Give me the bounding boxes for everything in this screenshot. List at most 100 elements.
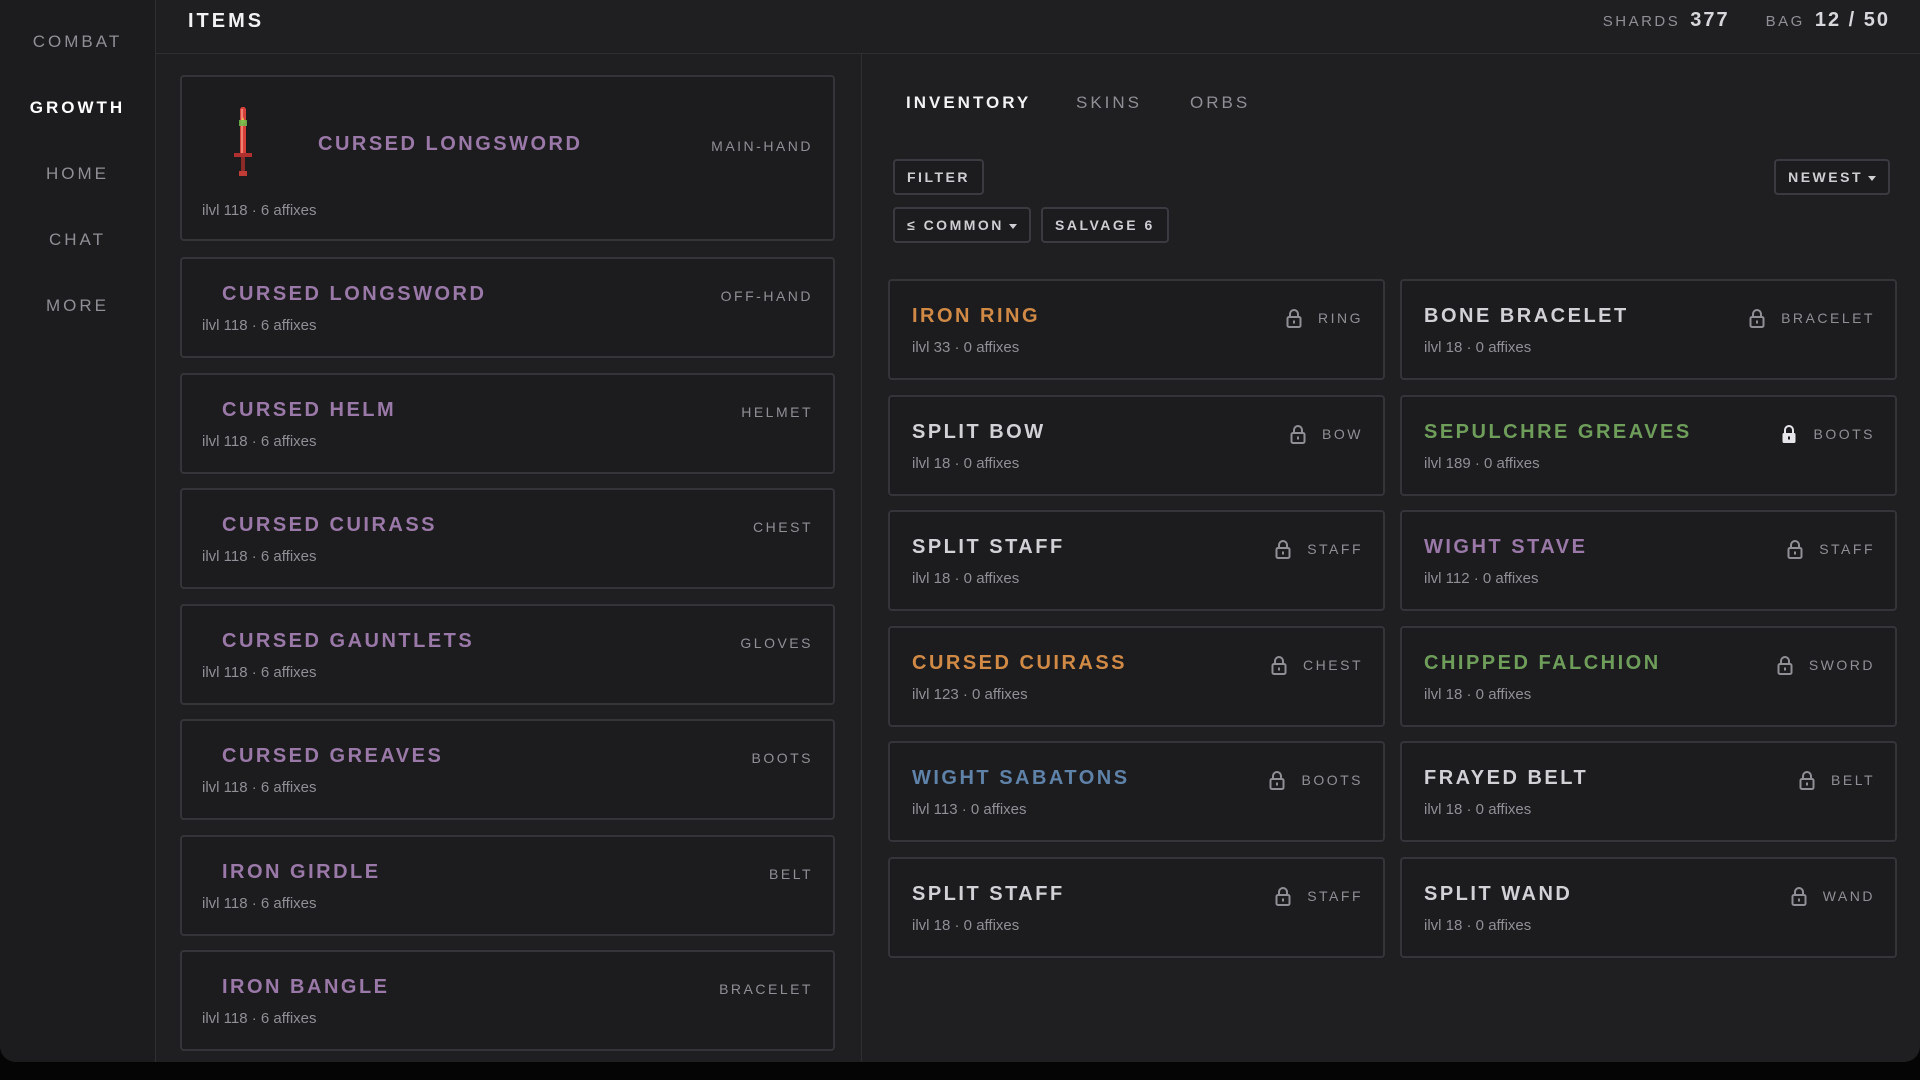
- inventory-item-stats: ilvl 18 · 0 affixes: [912, 455, 1020, 472]
- inventory-item-meta: SWORD: [1777, 655, 1875, 675]
- sort-dropdown[interactable]: NEWEST: [1774, 159, 1890, 195]
- equipped-item-name: CURSED GAUNTLETS: [222, 630, 475, 652]
- lock-icon[interactable]: [1777, 655, 1793, 675]
- inventory-item-stats: ilvl 113 · 0 affixes: [912, 801, 1027, 818]
- inventory-item-card[interactable]: FRAYED BELT BELT ilvl 18 · 0 affixes: [1400, 741, 1897, 842]
- lock-icon[interactable]: [1286, 308, 1302, 328]
- equipped-slot-label: BOOTS: [751, 750, 813, 766]
- equipped-item-stats: ilvl 118 · 6 affixes: [202, 779, 317, 796]
- inventory-item-card[interactable]: SPLIT STAFF STAFF ilvl 18 · 0 affixes: [888, 510, 1385, 611]
- inventory-item-slot: RING: [1318, 310, 1363, 326]
- inventory-item-slot: BOW: [1322, 426, 1363, 442]
- lock-icon[interactable]: [1275, 539, 1291, 559]
- lock-icon[interactable]: [1290, 424, 1306, 444]
- equipped-slot-label: MAIN-HAND: [711, 138, 813, 154]
- equipped-slot-label: CHEST: [753, 519, 813, 535]
- inventory-item-stats: ilvl 18 · 0 affixes: [1424, 686, 1532, 703]
- equipped-item-stats: ilvl 118 · 6 affixes: [202, 895, 317, 912]
- lock-icon[interactable]: [1791, 886, 1807, 906]
- inventory-item-meta: STAFF: [1275, 886, 1363, 906]
- inventory-item-card[interactable]: SPLIT STAFF STAFF ilvl 18 · 0 affixes: [888, 857, 1385, 958]
- inventory-item-stats: ilvl 18 · 0 affixes: [912, 917, 1020, 934]
- sidebar-item-growth[interactable]: GROWTH: [0, 98, 155, 118]
- shards-label: SHARDS: [1602, 13, 1681, 30]
- inventory-item-meta: STAFF: [1275, 539, 1363, 559]
- inventory-item-stats: ilvl 112 · 0 affixes: [1424, 570, 1539, 587]
- inventory-item-card[interactable]: IRON RING RING ilvl 33 · 0 affixes: [888, 279, 1385, 380]
- lock-icon[interactable]: [1787, 539, 1803, 559]
- equipped-slot-boots[interactable]: CURSED GREAVES BOOTS ilvl 118 · 6 affixe…: [180, 719, 835, 820]
- inventory-item-meta: STAFF: [1787, 539, 1875, 559]
- inventory-item-meta: BOOTS: [1781, 424, 1875, 444]
- lock-icon[interactable]: [1269, 770, 1285, 790]
- inventory-item-stats: ilvl 18 · 0 affixes: [912, 570, 1020, 587]
- equipped-item-name: CURSED HELM: [222, 399, 397, 421]
- equipped-items-panel: CURSED LONGSWORD MAIN-HAND ilvl 118 · 6 …: [156, 54, 862, 1062]
- inventory-item-slot: BOOTS: [1813, 426, 1875, 442]
- inventory-item-slot: CHEST: [1303, 657, 1363, 673]
- chevron-down-icon: [1008, 223, 1017, 229]
- inventory-item-name: SPLIT STAFF: [912, 536, 1065, 558]
- page-title: ITEMS: [188, 10, 265, 32]
- inventory-item-card[interactable]: WIGHT STAVE STAFF ilvl 112 · 0 affixes: [1400, 510, 1897, 611]
- equipped-slot-label: BRACELET: [719, 981, 813, 997]
- inventory-item-card[interactable]: SPLIT BOW BOW ilvl 18 · 0 affixes: [888, 395, 1385, 496]
- inventory-item-name: WIGHT STAVE: [1424, 536, 1588, 558]
- inventory-item-card[interactable]: SPLIT WAND WAND ilvl 18 · 0 affixes: [1400, 857, 1897, 958]
- inventory-item-slot: WAND: [1822, 888, 1875, 904]
- lock-icon[interactable]: [1271, 655, 1287, 675]
- lock-closed-icon[interactable]: [1781, 424, 1797, 444]
- inventory-item-stats: ilvl 18 · 0 affixes: [1424, 339, 1532, 356]
- filter-button[interactable]: FILTER: [893, 159, 984, 195]
- equipped-item-name: CURSED GREAVES: [222, 745, 444, 767]
- equipped-slot-gloves[interactable]: CURSED GAUNTLETS GLOVES ilvl 118 · 6 aff…: [180, 604, 835, 705]
- header: ITEMS SHARDS 377 BAG 12 / 50: [156, 0, 1920, 54]
- lock-icon[interactable]: [1799, 770, 1815, 790]
- inventory-item-card[interactable]: CURSED CUIRASS CHEST ilvl 123 · 0 affixes: [888, 626, 1385, 727]
- equipped-slot-label: HELMET: [741, 404, 813, 420]
- tab-skins[interactable]: SKINS: [1076, 93, 1142, 113]
- sidebar-item-more[interactable]: MORE: [0, 296, 155, 316]
- equipped-slot-belt[interactable]: IRON GIRDLE BELT ilvl 118 · 6 affixes: [180, 835, 835, 936]
- sidebar: COMBAT GROWTH HOME CHAT MORE: [0, 0, 156, 1062]
- inventory-item-slot: STAFF: [1819, 541, 1875, 557]
- equipped-slot-helmet[interactable]: CURSED HELM HELMET ilvl 118 · 6 affixes: [180, 373, 835, 474]
- equipped-slot-chest[interactable]: CURSED CUIRASS CHEST ilvl 118 · 6 affixe…: [180, 488, 835, 589]
- inventory-item-name: IRON RING: [912, 305, 1041, 327]
- sword-icon: [234, 107, 252, 176]
- inventory-panel: INVENTORY SKINS ORBS FILTER NEWEST ≤ COM…: [862, 54, 1920, 1062]
- sidebar-item-chat[interactable]: CHAT: [0, 230, 155, 250]
- equipped-slot-bracelet[interactable]: IRON BANGLE BRACELET ilvl 118 · 6 affixe…: [180, 950, 835, 1051]
- inventory-item-slot: BOOTS: [1301, 772, 1363, 788]
- inventory-item-name: SPLIT STAFF: [912, 883, 1065, 905]
- salvage-button[interactable]: SALVAGE 6: [1041, 207, 1169, 243]
- inventory-item-stats: ilvl 33 · 0 affixes: [912, 339, 1020, 356]
- equipped-slot-main-hand[interactable]: CURSED LONGSWORD MAIN-HAND ilvl 118 · 6 …: [180, 75, 835, 241]
- lock-icon[interactable]: [1749, 308, 1765, 328]
- equipped-item-stats: ilvl 118 · 6 affixes: [202, 548, 317, 565]
- lock-icon[interactable]: [1275, 886, 1291, 906]
- inventory-item-card[interactable]: SEPULCHRE GREAVES BOOTS ilvl 189 · 0 affix…: [1400, 395, 1897, 496]
- inventory-item-meta: BRACELET: [1749, 308, 1875, 328]
- inventory-item-card[interactable]: BONE BRACELET BRACELET ilvl 18 · 0 affixes: [1400, 279, 1897, 380]
- rarity-filter-dropdown[interactable]: ≤ COMMON: [893, 207, 1031, 243]
- inventory-item-slot: BRACELET: [1781, 310, 1875, 326]
- equipped-item-stats: ilvl 118 · 6 affixes: [202, 1010, 317, 1027]
- inventory-item-stats: ilvl 18 · 0 affixes: [1424, 801, 1532, 818]
- equipped-item-name: CURSED CUIRASS: [222, 514, 438, 536]
- sidebar-item-combat[interactable]: COMBAT: [0, 32, 155, 52]
- inventory-item-name: FRAYED BELT: [1424, 767, 1589, 789]
- inventory-item-meta: BELT: [1799, 770, 1875, 790]
- inventory-item-card[interactable]: WIGHT SABATONS BOOTS ilvl 113 · 0 affixes: [888, 741, 1385, 842]
- equipped-item-stats: ilvl 118 · 6 affixes: [202, 664, 317, 681]
- equipped-item-stats: ilvl 118 · 6 affixes: [202, 317, 317, 334]
- inventory-item-card[interactable]: CHIPPED FALCHION SWORD ilvl 18 · 0 affixes: [1400, 626, 1897, 727]
- inventory-item-meta: CHEST: [1271, 655, 1363, 675]
- tab-inventory[interactable]: INVENTORY: [906, 93, 1031, 113]
- inventory-item-meta: BOOTS: [1269, 770, 1363, 790]
- inventory-item-name: SEPULCHRE GREAVES: [1424, 421, 1692, 443]
- sidebar-item-home[interactable]: HOME: [0, 164, 155, 184]
- inventory-item-name: BONE BRACELET: [1424, 305, 1629, 327]
- equipped-slot-off-hand[interactable]: CURSED LONGSWORD OFF-HAND ilvl 118 · 6 a…: [180, 257, 835, 358]
- tab-orbs[interactable]: ORBS: [1190, 93, 1250, 113]
